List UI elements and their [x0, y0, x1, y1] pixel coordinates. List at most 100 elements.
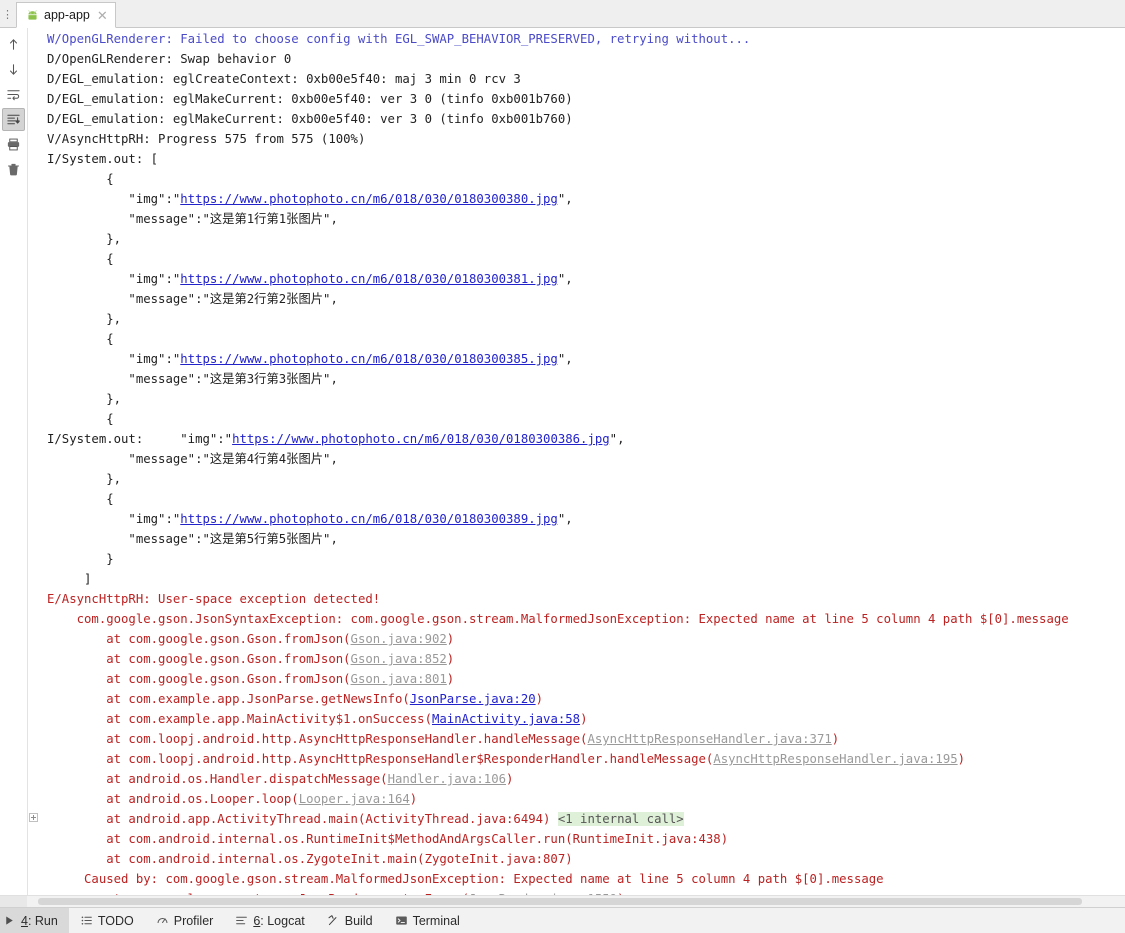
- console-line: D/EGL_emulation: eglCreateContext: 0xb00…: [39, 69, 1125, 89]
- console-link[interactable]: MainActivity.java:58: [432, 712, 580, 726]
- status-bar-item-label: Profiler: [173, 913, 214, 928]
- scroll-to-end-icon[interactable]: [2, 108, 25, 131]
- profiler-icon: [156, 914, 169, 927]
- console-link[interactable]: https://www.photophoto.cn/m6/018/030/018…: [180, 272, 558, 286]
- status-bar-item-todo[interactable]: TODO: [69, 908, 145, 933]
- console-text: ): [446, 652, 455, 666]
- console-text: {: [47, 412, 114, 426]
- console-line: ]: [39, 569, 1125, 589]
- status-bar-item-label: 4: Run: [21, 913, 58, 928]
- console-link[interactable]: Gson.java:902: [351, 632, 447, 646]
- todo-icon: [80, 914, 93, 927]
- console-text: {: [47, 332, 114, 346]
- console-line: Caused by: com.google.gson.stream.Malfor…: [39, 869, 1125, 889]
- horizontal-scrollbar[interactable]: [0, 895, 1125, 907]
- console-text: ): [957, 752, 966, 766]
- console-link[interactable]: https://www.photophoto.cn/m6/018/030/018…: [180, 512, 558, 526]
- console-text: },: [47, 312, 122, 326]
- console-text: ): [535, 692, 544, 706]
- console-line: I/System.out: [: [39, 149, 1125, 169]
- console-text: D/EGL_emulation: eglMakeCurrent: 0xb00e5…: [47, 92, 573, 106]
- console-link[interactable]: Looper.java:164: [299, 792, 410, 806]
- console-text: D/EGL_emulation: eglMakeCurrent: 0xb00e5…: [47, 112, 573, 126]
- status-bar-item-build[interactable]: Build: [316, 908, 384, 933]
- console-text: ): [506, 772, 514, 786]
- console-line: D/OpenGLRenderer: Swap behavior 0: [39, 49, 1125, 69]
- console-line: }: [39, 549, 1125, 569]
- console-text: <1 internal call>: [557, 812, 684, 826]
- status-bar-item-label: Build: [344, 913, 373, 928]
- console-text: "message":"这是第5行第5张图片",: [47, 532, 338, 546]
- console-text: },: [47, 232, 122, 246]
- console-link[interactable]: AsyncHttpResponseHandler.java:371: [587, 732, 831, 746]
- console-text: "message":"这是第1行第1张图片",: [47, 212, 338, 226]
- console-text: }: [47, 552, 114, 566]
- console-body: W/OpenGLRenderer: Failed to choose confi…: [0, 28, 1125, 895]
- console-line: "message":"这是第1行第1张图片",: [39, 209, 1125, 229]
- console-line: at com.loopj.android.http.AsyncHttpRespo…: [39, 749, 1125, 769]
- fold-expand-icon[interactable]: [29, 813, 38, 822]
- console-text: ): [831, 732, 840, 746]
- print-icon[interactable]: [2, 133, 25, 156]
- horizontal-scrollbar-thumb[interactable]: [38, 898, 1082, 905]
- down-arrow-icon[interactable]: [2, 58, 25, 81]
- console-text: ): [409, 792, 418, 806]
- up-arrow-icon-svg: [9, 39, 18, 50]
- up-arrow-icon[interactable]: [2, 33, 25, 56]
- status-bar-item-terminal[interactable]: Terminal: [384, 908, 471, 933]
- console-text: D/OpenGLRenderer: Swap behavior 0: [47, 52, 292, 66]
- console-link[interactable]: https://www.photophoto.cn/m6/018/030/018…: [180, 192, 558, 206]
- status-bar-item-4-run[interactable]: 4: Run: [0, 908, 69, 933]
- console-text: ",: [557, 192, 573, 206]
- console-link[interactable]: Handler.java:106: [388, 772, 506, 786]
- console-line: at com.google.gson.Gson.fromJson(Gson.ja…: [39, 649, 1125, 669]
- console-text: com.google.gson.JsonSyntaxException: com…: [47, 612, 1069, 626]
- console-line: at com.example.app.MainActivity$1.onSucc…: [39, 709, 1125, 729]
- console-toolbar: [0, 28, 28, 895]
- console-line: },: [39, 469, 1125, 489]
- status-bar-item-label: TODO: [97, 913, 134, 928]
- console-link[interactable]: JsonParse.java:20: [410, 692, 536, 706]
- trash-icon-svg: [7, 163, 20, 176]
- console-line: at com.android.internal.os.RuntimeInit$M…: [39, 829, 1125, 849]
- status-bar-item-6-logcat[interactable]: 6: Logcat: [224, 908, 315, 933]
- console-line: "message":"这是第4行第4张图片",: [39, 449, 1125, 469]
- console-line: E/AsyncHttpRH: User-space exception dete…: [39, 589, 1125, 609]
- console-text: ",: [557, 512, 573, 526]
- fold-gutter: [28, 28, 39, 895]
- console-text: E/AsyncHttpRH: User-space exception dete…: [47, 592, 381, 606]
- console-text: ): [446, 672, 455, 686]
- tool-window-bar: 4: Run TODO Profiler 6: Logcat Build Terminal: [0, 907, 1125, 933]
- tab-overflow-dots-icon[interactable]: ⋮: [0, 8, 16, 27]
- close-icon[interactable]: ✕: [95, 9, 108, 22]
- console-text: ",: [557, 272, 573, 286]
- console-link[interactable]: https://www.photophoto.cn/m6/018/030/018…: [180, 352, 558, 366]
- console-line: "message":"这是第5行第5张图片",: [39, 529, 1125, 549]
- soft-wrap-icon[interactable]: [2, 83, 25, 106]
- console-line: },: [39, 389, 1125, 409]
- console-text: at android.app.ActivityThread.main(Activ…: [47, 812, 558, 826]
- console-line: I/System.out: "img":"https://www.photoph…: [39, 429, 1125, 449]
- console-line: {: [39, 249, 1125, 269]
- console-text: W/OpenGLRenderer: Failed to choose confi…: [47, 32, 751, 46]
- console-line: V/AsyncHttpRH: Progress 575 from 575 (10…: [39, 129, 1125, 149]
- console-line: at com.google.gson.Gson.fromJson(Gson.ja…: [39, 629, 1125, 649]
- console-output[interactable]: W/OpenGLRenderer: Failed to choose confi…: [39, 28, 1125, 895]
- trash-icon[interactable]: [2, 158, 25, 181]
- console-text: at com.loopj.android.http.AsyncHttpRespo…: [47, 752, 714, 766]
- console-link[interactable]: https://www.photophoto.cn/m6/018/030/018…: [232, 432, 610, 446]
- terminal-icon: [395, 914, 408, 927]
- status-bar-item-label: 6: Logcat: [253, 913, 305, 928]
- console-line: D/EGL_emulation: eglMakeCurrent: 0xb00e5…: [39, 89, 1125, 109]
- tab-app-app[interactable]: app-app ✕: [16, 2, 116, 28]
- console-link[interactable]: Gson.java:801: [351, 672, 447, 686]
- status-bar-item-profiler[interactable]: Profiler: [145, 908, 225, 933]
- console-link[interactable]: Gson.java:852: [351, 652, 447, 666]
- logcat-run-tool-window: ⋮ app-app ✕ W/OpenGLRenderer: Failed to …: [0, 0, 1125, 933]
- console-line: at com.example.app.JsonParse.getNewsInfo…: [39, 689, 1125, 709]
- console-link[interactable]: AsyncHttpResponseHandler.java:195: [713, 752, 957, 766]
- console-text: "message":"这是第4行第4张图片",: [47, 452, 338, 466]
- console-text: at com.google.gson.Gson.fromJson(: [47, 672, 351, 686]
- tab-bar: ⋮ app-app ✕: [0, 0, 1125, 28]
- console-text: at com.android.internal.os.ZygoteInit.ma…: [47, 852, 573, 866]
